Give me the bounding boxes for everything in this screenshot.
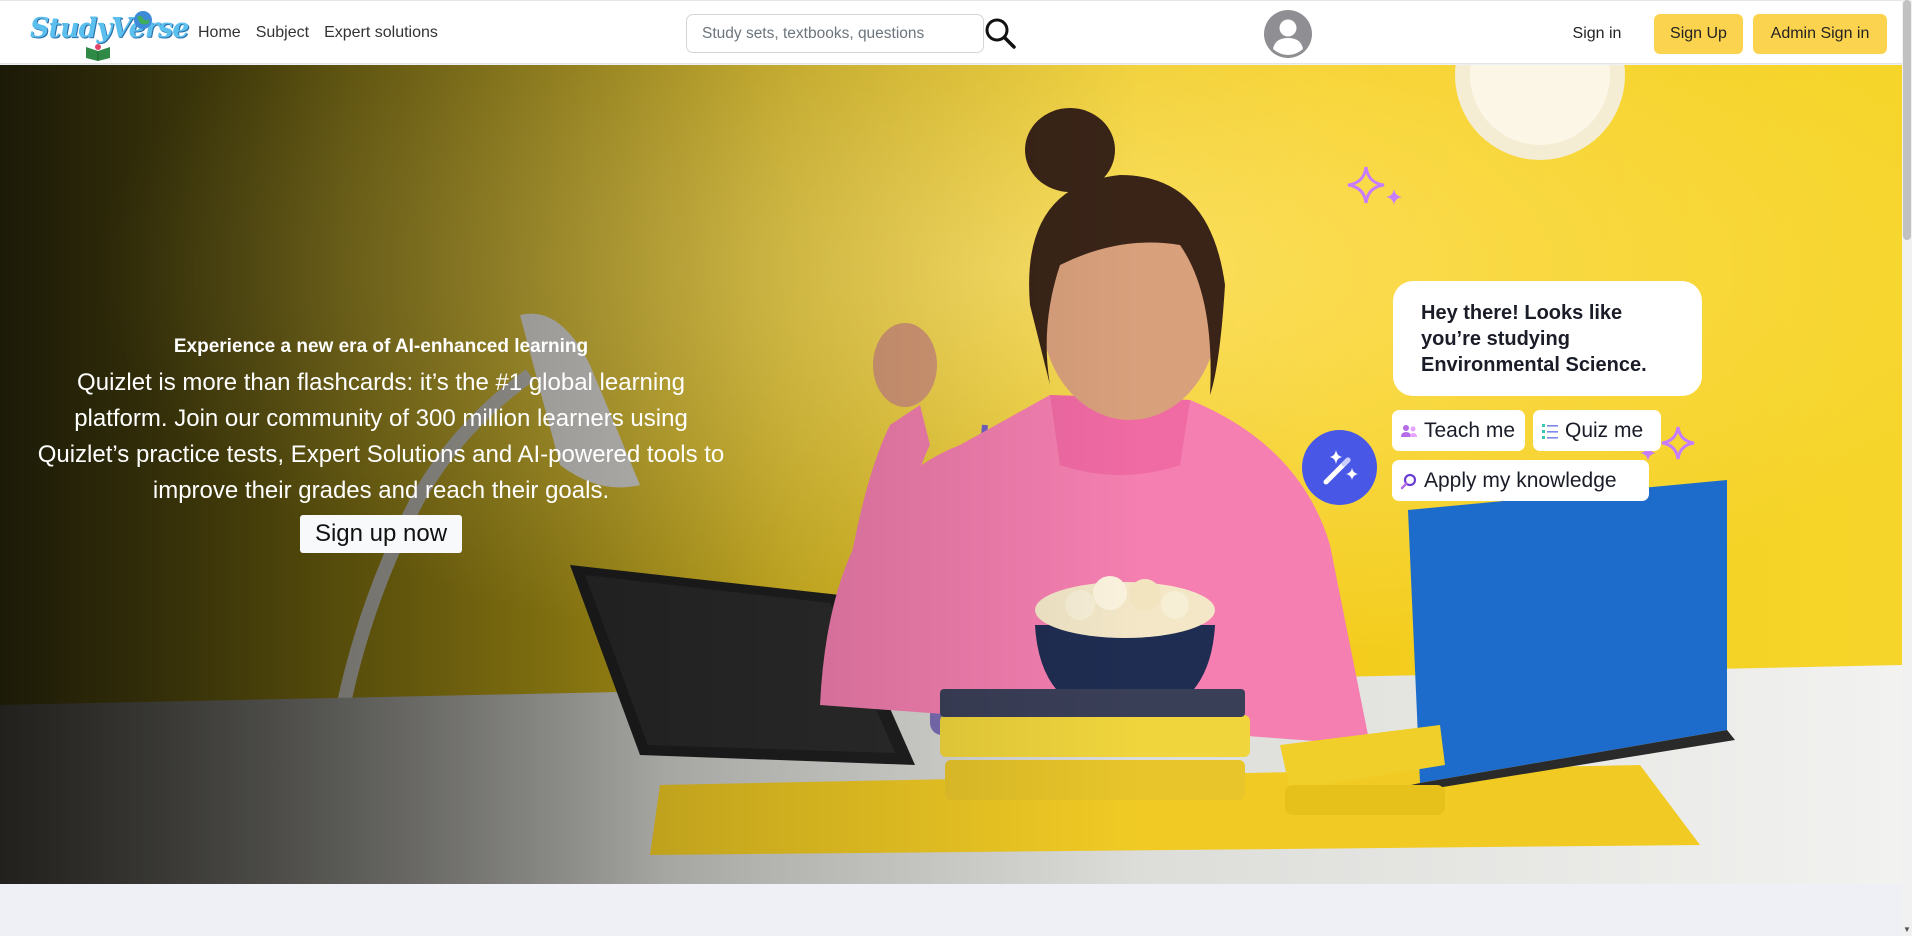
quiz-me-label: Quiz me <box>1565 418 1644 442</box>
sign-in-button[interactable]: Sign in <box>1560 14 1634 54</box>
search-input[interactable] <box>686 14 984 53</box>
user-avatar-icon[interactable] <box>1263 9 1313 59</box>
teach-me-chip[interactable]: Teach me <box>1392 410 1525 451</box>
page-scrollbar[interactable]: ▼ <box>1902 0 1912 936</box>
ai-chat-bubble: Hey there! Looks like you’re studying En… <box>1393 281 1702 396</box>
sparkle-icon <box>1347 166 1402 205</box>
hero-eyebrow: Experience a new era of AI-enhanced lear… <box>173 336 589 357</box>
book-icon <box>86 44 110 61</box>
logo-wordmark: StudyVerse <box>30 13 189 44</box>
scrollbar-thumb[interactable] <box>1903 0 1911 240</box>
scroll-down-arrow-icon[interactable]: ▼ <box>1903 925 1911 934</box>
apply-my-knowledge-label: Apply my knowledge <box>1424 468 1617 492</box>
sign-up-button[interactable]: Sign Up <box>1654 14 1743 54</box>
hero-description: Quizlet is more than flashcards: it’s th… <box>37 369 725 504</box>
globe-icon <box>134 11 152 29</box>
magnifier-icon <box>1400 473 1417 489</box>
checklist-icon <box>1542 423 1558 439</box>
primary-nav: Home Subject Expert solutions <box>198 1 438 65</box>
top-navbar: StudyVerse Home Subject Expert solutions… <box>0 0 1902 64</box>
hero-text-block: Experience a new era of AI-enhanced lear… <box>30 335 732 553</box>
admin-sign-in-button[interactable]: Admin Sign in <box>1753 14 1887 54</box>
people-icon <box>1401 424 1417 437</box>
nav-subject-link[interactable]: Subject <box>256 24 309 42</box>
hero-banner: Experience a new era of AI-enhanced lear… <box>0 65 1902 884</box>
apply-my-knowledge-chip[interactable]: Apply my knowledge <box>1392 460 1649 501</box>
nav-expert-solutions-link[interactable]: Expert solutions <box>324 24 438 42</box>
search-icon[interactable] <box>984 17 1018 51</box>
quiz-me-chip[interactable]: Quiz me <box>1533 410 1661 451</box>
teach-me-label: Teach me <box>1424 418 1516 442</box>
magic-wand-icon <box>1302 430 1377 505</box>
sign-up-now-button[interactable]: Sign up now <box>299 515 463 553</box>
studyverse-logo[interactable]: StudyVerse <box>28 5 189 61</box>
nav-home-link[interactable]: Home <box>198 24 241 42</box>
